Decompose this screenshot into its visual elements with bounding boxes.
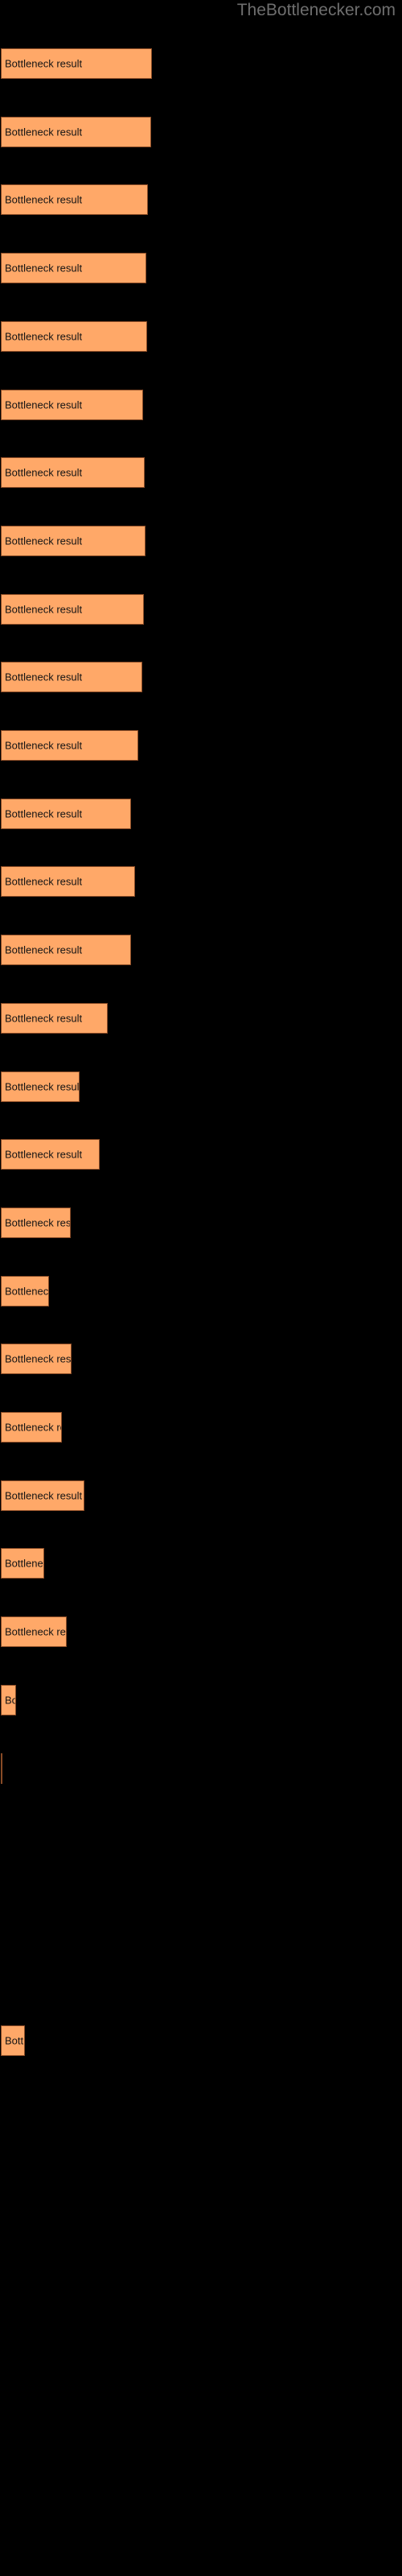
bar-label: Bottleneck result [5,1148,83,1161]
bar-bottleneck-result[interactable]: Bottleneck result [1,1207,71,1238]
bar-label: Bottleneck result [5,1694,15,1707]
bar-label: Bottleneck result [5,1489,83,1502]
bar-bottleneck-result[interactable]: Bottleneck result [1,48,152,79]
bar-bottleneck-result[interactable]: Bottleneck result [1,798,131,829]
bar-bottleneck-result[interactable]: Bottleneck result [1,116,151,147]
bars-layer: Bottleneck result Bottleneck result Bottle… [0,0,402,2576]
bar-label: Bottleneck result [5,57,83,70]
bar-bottleneck-result[interactable]: Bottleneck result [1,1752,2,1784]
bar-label: Bottleneck result [5,1625,66,1638]
bar-bottleneck-result[interactable]: Bottleneck result [1,184,148,216]
bar-bottleneck-result[interactable]: Bottleneck result [1,1275,49,1307]
bar-bottleneck-result[interactable]: Bottleneck result [1,1616,67,1648]
bar-label: Bottleneck result [5,943,83,956]
bar-bottleneck-result[interactable]: Bottleneck result [1,662,142,693]
bar-label: Bottleneck result [5,875,83,888]
bar-label: Bottleneck result [5,807,83,820]
bar-bottleneck-result[interactable]: Bottleneck result [1,730,138,761]
bottleneck-bar-chart: TheBottlenecker.com Bottleneck result Bot… [0,0,402,2576]
bar-label: Bottleneck result [5,1012,83,1025]
bar-label: Bottleneck result [5,1557,43,1570]
bar-bottleneck-result[interactable]: Bottleneck result [1,1139,100,1170]
bar-bottleneck-result[interactable]: Bottleneck result [1,866,135,898]
bar-label: Bottleneck result [5,535,83,547]
bar-bottleneck-result[interactable]: Bottleneck result [1,457,145,489]
bar-label: Bottleneck result [5,2034,25,2047]
bar-bottleneck-result[interactable]: Bottleneck result [1,1548,44,1579]
bar-bottleneck-result[interactable]: Bottleneck result [1,1002,108,1034]
bar-bottleneck-result[interactable]: Bottleneck result [1,320,147,352]
bar-label: Bottleneck result [5,603,83,616]
bar-bottleneck-result[interactable]: Bottleneck result [1,935,131,966]
bar-bottleneck-result[interactable]: Bottleneck result [1,1480,84,1511]
bar-label: Bottleneck result [5,330,83,343]
bar-bottleneck-result[interactable]: Bottleneck result [1,1071,80,1102]
bar-label: Bottleneck result [5,1352,72,1365]
bar-label: Bottleneck result [5,193,83,206]
bar-label: Bottleneck result [5,1216,71,1229]
bar-bottleneck-result[interactable]: Bottleneck result [1,1344,72,1375]
bar-label: Bottleneck result [5,1421,61,1434]
bar-bottleneck-result[interactable]: Bottleneck result [1,525,146,556]
bar-bottleneck-result[interactable]: Bottleneck result [1,593,144,625]
bar-label: Bottleneck result [5,126,83,138]
bar-label: Bottleneck result [5,466,83,479]
bar-label: Bottleneck result [5,1080,80,1092]
bar-label: Bottleneck result [5,739,83,752]
bar-bottleneck-result[interactable]: Bottleneck result [1,389,143,420]
bar-bottleneck-result[interactable]: Bottleneck result [1,1412,62,1443]
bar-bottleneck-result[interactable]: Bottleneck result [1,1684,16,1715]
bar-bottleneck-result[interactable]: Bottleneck result [1,253,146,284]
bar-label: Bottleneck result [5,1285,49,1298]
bar-label: Bottleneck result [5,671,83,683]
bar-bottleneck-result[interactable]: Bottleneck result [1,2025,25,2057]
bar-label: Bottleneck result [5,398,83,411]
bar-label: Bottleneck result [5,262,83,275]
